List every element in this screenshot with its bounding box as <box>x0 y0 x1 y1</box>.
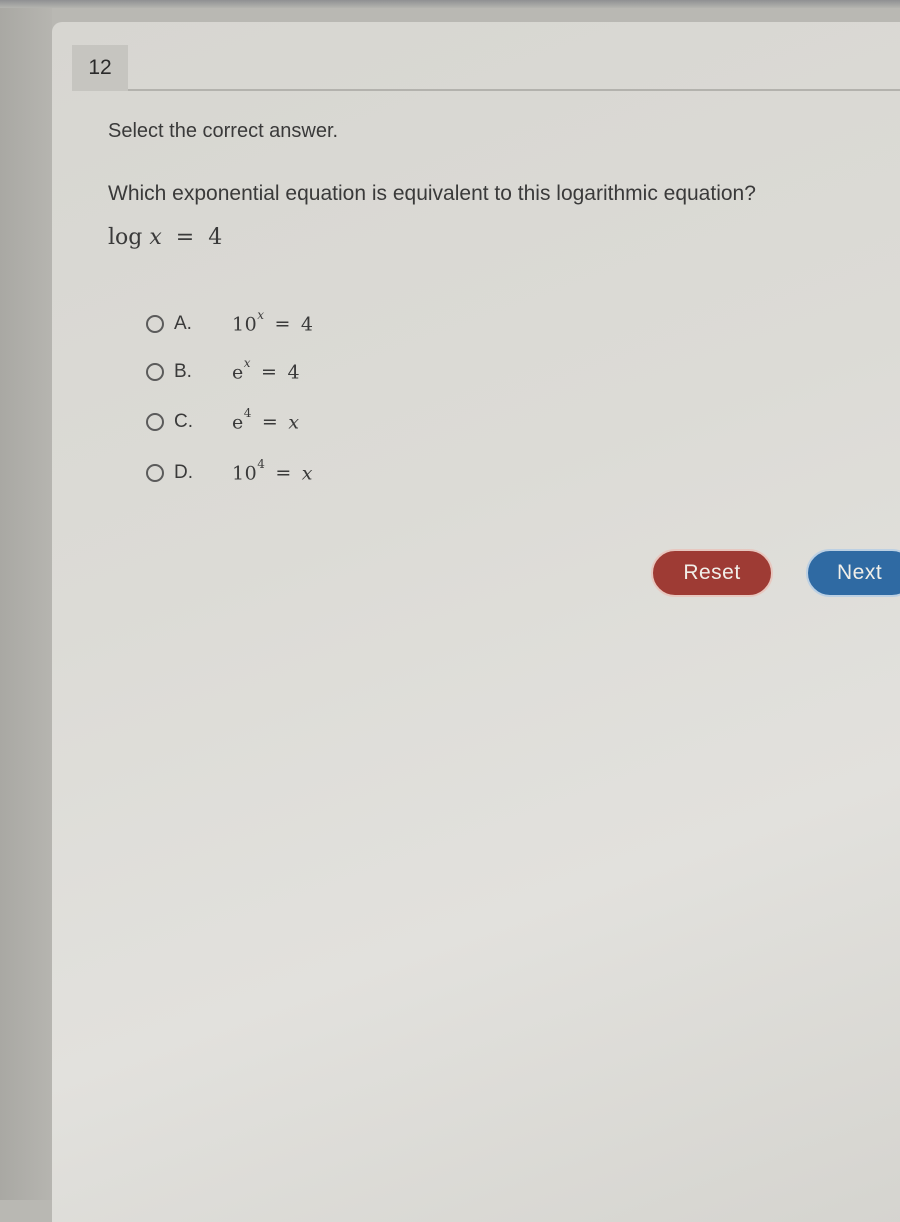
equals: = <box>261 361 278 384</box>
rhs: 4 <box>300 313 314 336</box>
option-equation: ex = 4 <box>232 356 301 384</box>
option-d[interactable]: D. 104 = x <box>146 457 313 485</box>
given-equation: log x = 4 <box>108 225 222 250</box>
option-equation: 10x = 4 <box>232 308 314 336</box>
rhs: 4 <box>287 361 301 384</box>
given-value: 4 <box>208 225 223 250</box>
radio-button-icon[interactable] <box>146 314 164 333</box>
given-func: log <box>108 225 143 250</box>
exponent: 4 <box>243 406 252 420</box>
base: e <box>232 411 244 434</box>
radio-button-icon[interactable] <box>146 412 164 431</box>
option-letter: A. <box>174 312 192 334</box>
given-variable: x <box>149 225 162 250</box>
header-divider <box>128 89 900 91</box>
option-letter: C. <box>174 410 193 432</box>
top-edge <box>0 0 900 8</box>
equals: = <box>261 411 279 434</box>
option-equation: e4 = x <box>232 406 300 434</box>
option-letter: D. <box>174 461 193 483</box>
rhs: x <box>301 462 313 485</box>
next-button-label: Next <box>837 561 883 584</box>
left-margin <box>0 8 52 1200</box>
option-equation: 104 = x <box>232 457 313 485</box>
equals: = <box>274 313 291 336</box>
base: 10 <box>232 462 258 485</box>
base: 10 <box>232 313 258 336</box>
rhs: x <box>288 411 300 434</box>
exponent: x <box>243 356 252 370</box>
question-number-label: 12 <box>88 56 112 79</box>
question-number: 12 <box>72 45 128 91</box>
instruction-text: Select the correct answer. <box>108 120 339 142</box>
exponent: 4 <box>257 457 266 471</box>
reset-button[interactable]: Reset <box>651 549 773 597</box>
option-letter: B. <box>174 360 192 382</box>
radio-button-icon[interactable] <box>146 463 164 482</box>
option-c[interactable]: C. e4 = x <box>146 406 300 434</box>
reset-button-label: Reset <box>683 561 741 584</box>
exponent: x <box>257 308 265 322</box>
question-prompt: Which exponential equation is equivalent… <box>108 182 756 205</box>
given-equals: = <box>175 225 195 250</box>
base: e <box>232 361 244 384</box>
option-a[interactable]: A. 10x = 4 <box>146 308 314 336</box>
next-button[interactable]: Next <box>806 549 900 597</box>
radio-button-icon[interactable] <box>146 362 164 381</box>
option-b[interactable]: B. ex = 4 <box>146 356 301 384</box>
equals: = <box>275 462 292 485</box>
